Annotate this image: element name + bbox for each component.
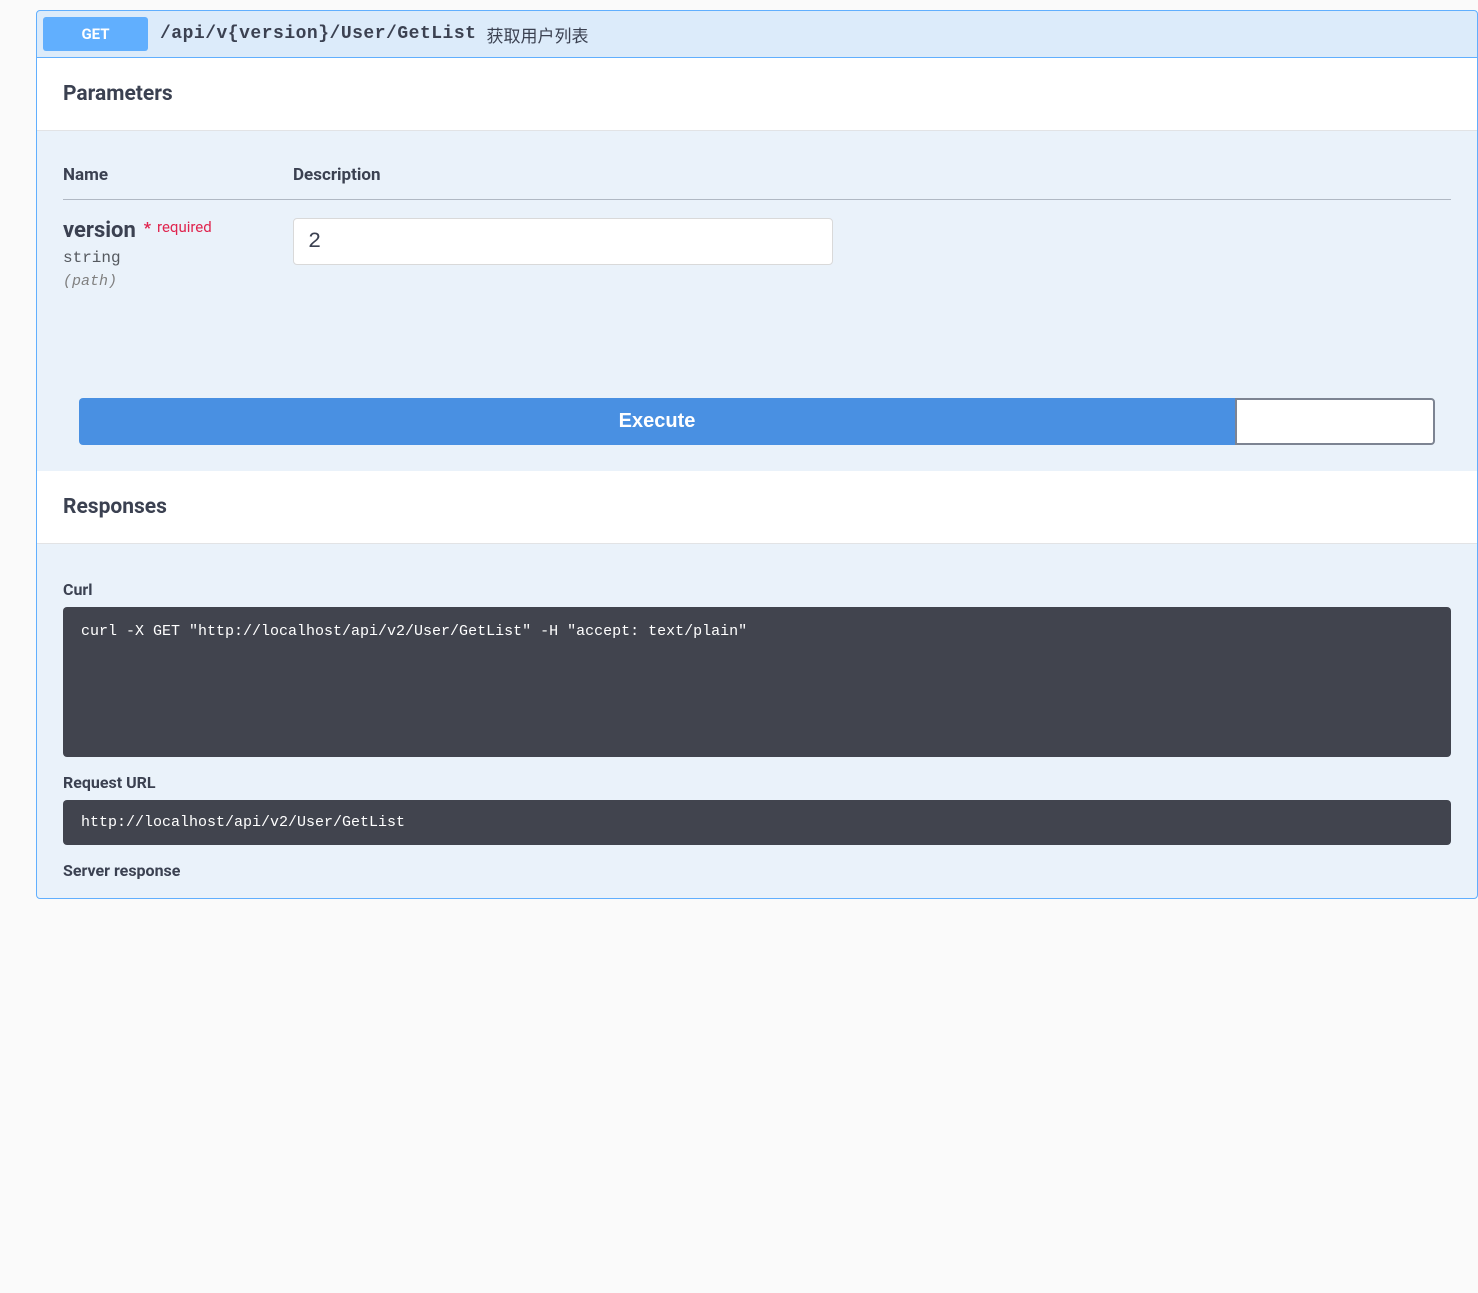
request-url-code[interactable]: http://localhost/api/v2/User/GetList [63, 800, 1451, 845]
request-url-label: Request URL [63, 773, 1451, 792]
http-method-badge: GET [43, 17, 148, 51]
operation-block: GET /api/v{version}/User/GetList 获取用户列表 … [36, 10, 1478, 899]
parameters-body: Name Description version * required stri… [37, 131, 1477, 471]
curl-code[interactable]: curl -X GET "http://localhost/api/v2/Use… [63, 607, 1451, 757]
clear-button[interactable] [1235, 398, 1435, 445]
responses-body: Curl curl -X GET "http://localhost/api/v… [37, 544, 1477, 898]
version-input[interactable] [293, 218, 833, 265]
operation-path: /api/v{version}/User/GetList [160, 24, 476, 44]
column-name-header: Name [63, 151, 293, 200]
param-name: version [63, 218, 136, 243]
param-in: (path) [63, 273, 293, 290]
required-star-icon: * [144, 218, 151, 237]
server-response-label: Server response [63, 861, 1451, 880]
responses-header: Responses [37, 471, 1477, 544]
button-row: Execute [63, 398, 1451, 445]
column-description-header: Description [293, 151, 1451, 200]
table-row: version * required string (path) [63, 200, 1451, 309]
execute-button[interactable]: Execute [79, 398, 1235, 445]
parameters-header: Parameters [37, 58, 1477, 131]
operation-summary[interactable]: GET /api/v{version}/User/GetList 获取用户列表 [37, 11, 1477, 58]
param-type: string [63, 249, 293, 267]
parameters-table: Name Description version * required stri… [63, 151, 1451, 308]
curl-label: Curl [63, 580, 1451, 599]
operation-description: 获取用户列表 [486, 22, 588, 47]
required-label: required [157, 218, 212, 236]
